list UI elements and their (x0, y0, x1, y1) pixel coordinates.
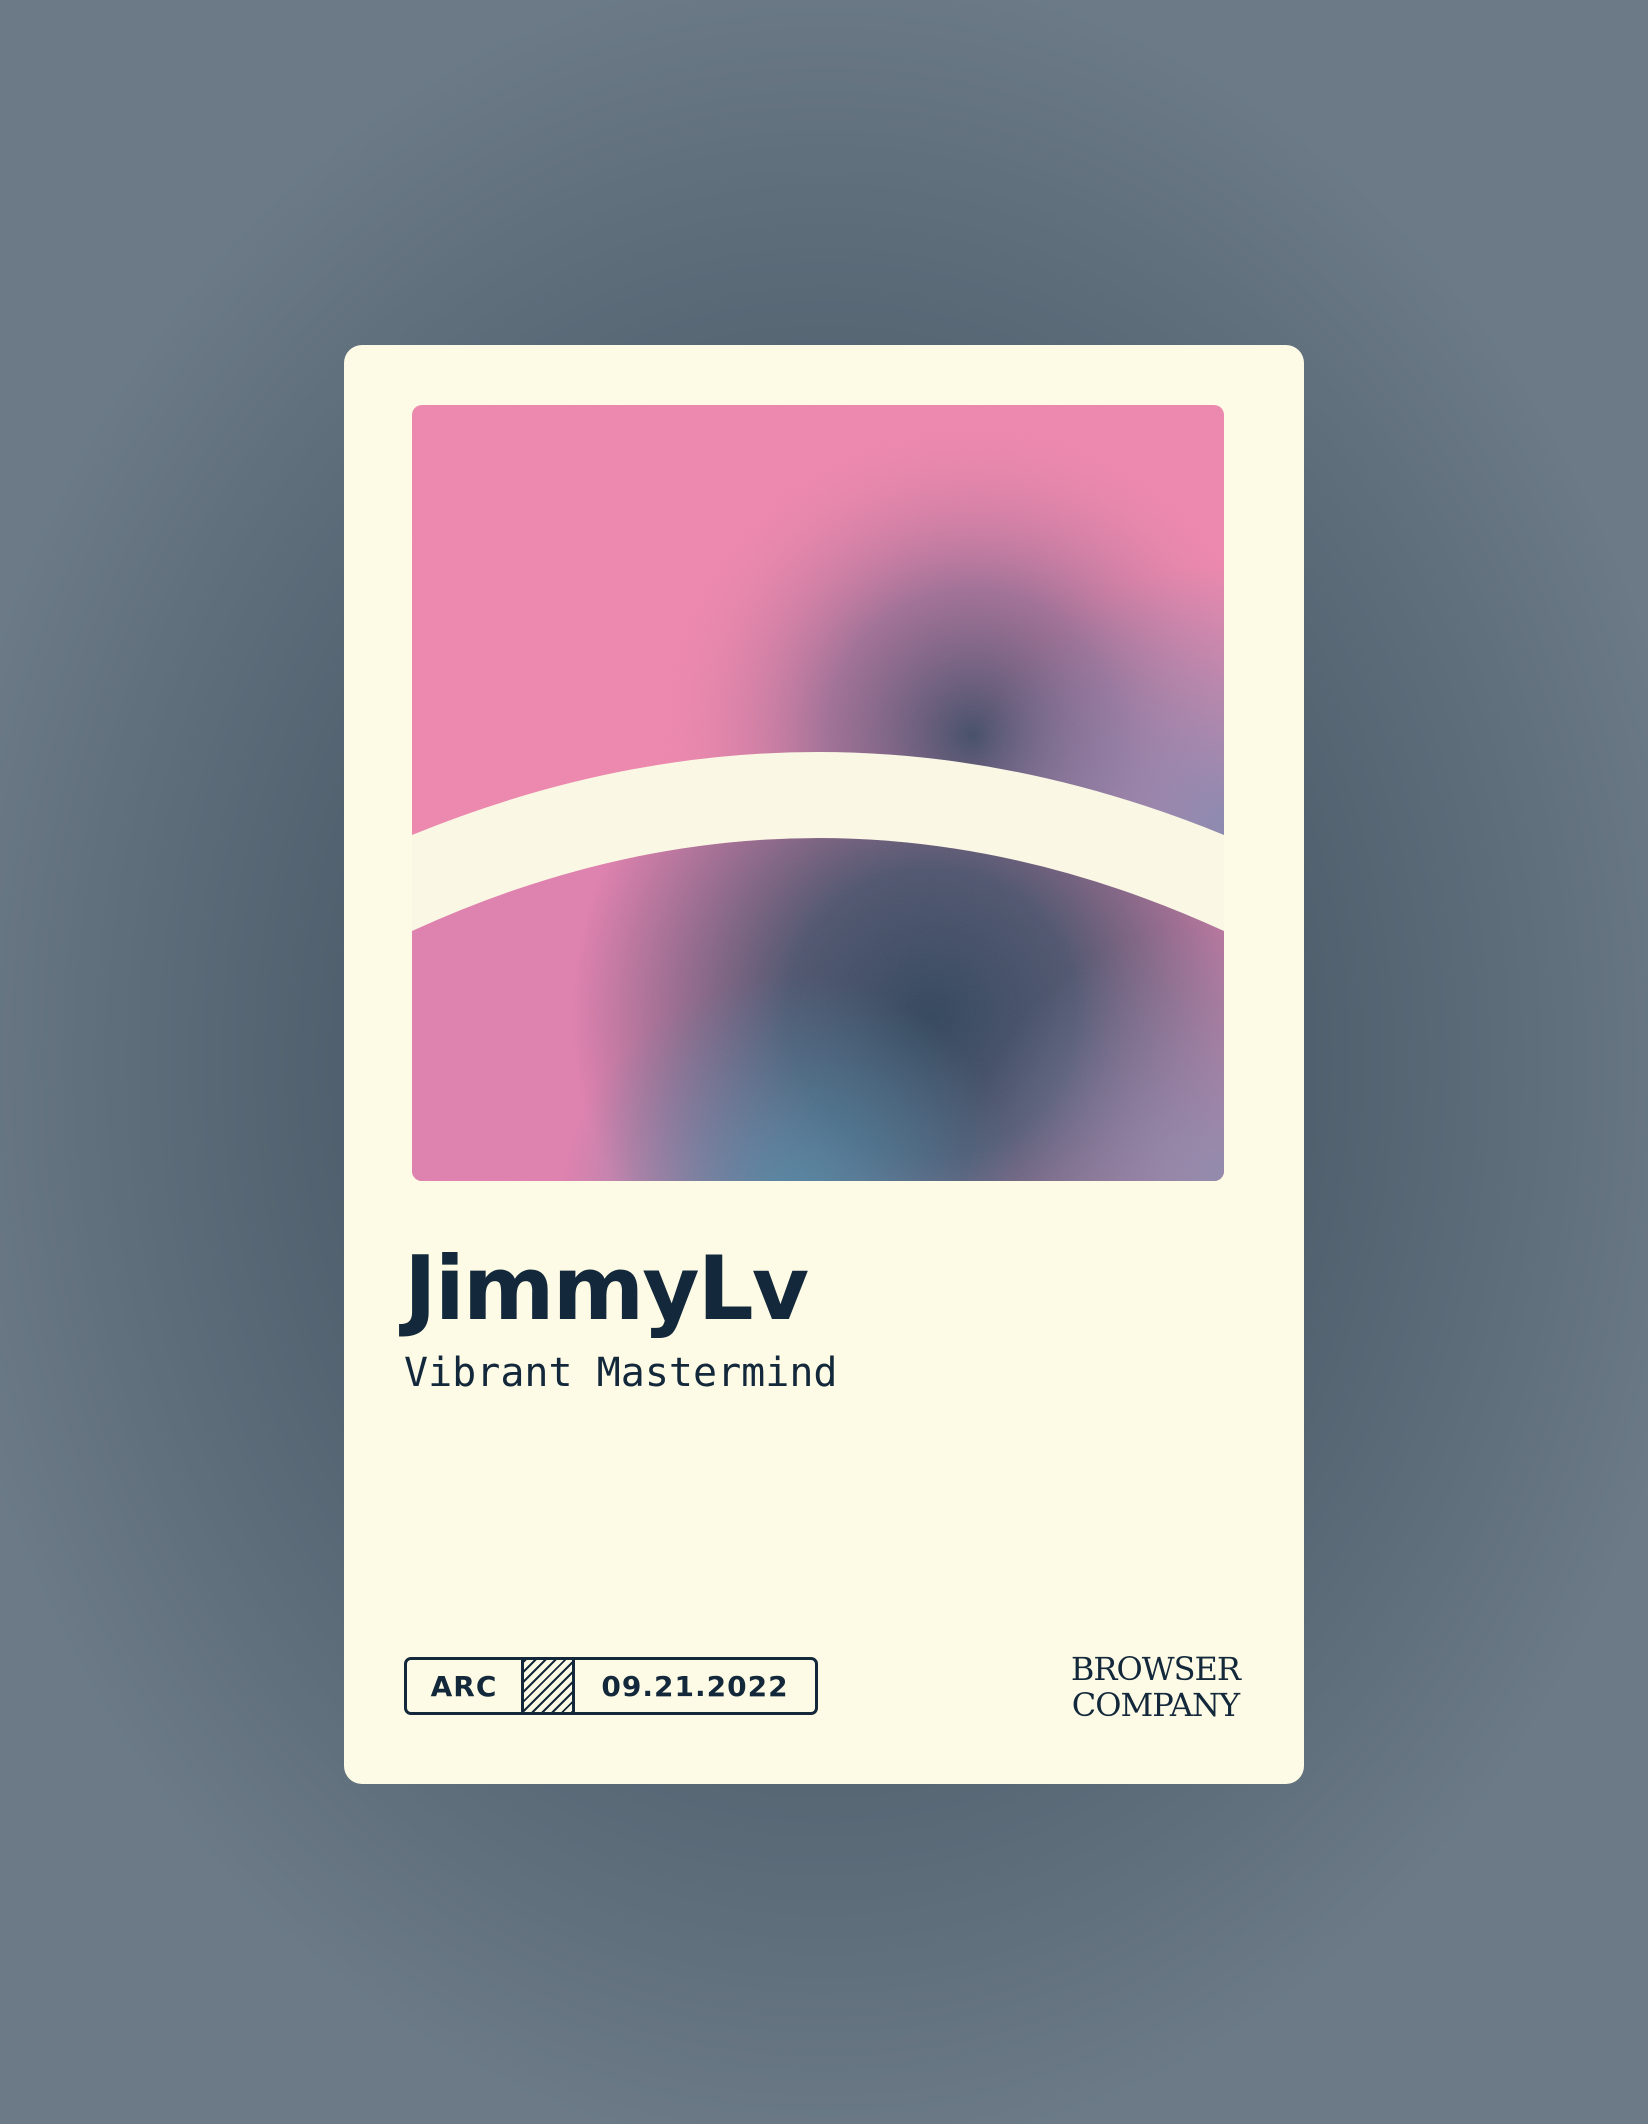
card-artwork (412, 405, 1224, 1181)
logo-line-1: BROWSER (1070, 1650, 1241, 1688)
holder-name: JimmyLv (404, 1237, 809, 1340)
tag-date: 09.21.2022 (601, 1669, 789, 1703)
holder-title: Vibrant Mastermind (404, 1350, 838, 1396)
pass-card: JimmyLv Vibrant Mastermind ARC 09.21.202… (344, 345, 1304, 1784)
member-tag: ARC 09.21.2022 (404, 1657, 818, 1715)
hatch-pattern-icon (521, 1660, 575, 1712)
logo-line-2: COMPANY (1071, 1686, 1240, 1724)
tag-arc-label: ARC (430, 1669, 498, 1703)
gradient-arc-artwork (412, 405, 1224, 1181)
browser-company-logo: BROWSER COMPANY (1070, 1650, 1241, 1724)
